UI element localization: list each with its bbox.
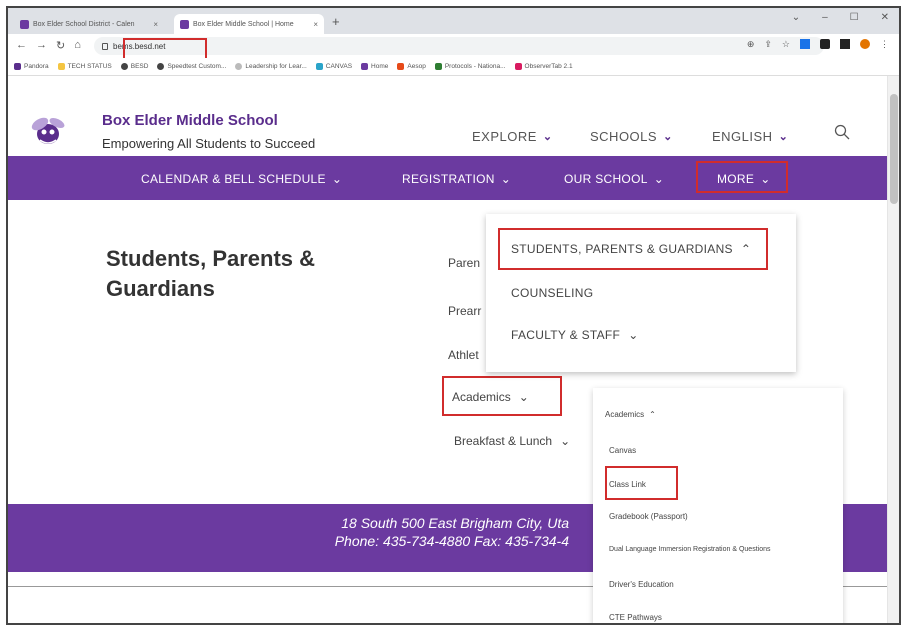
extension-icon[interactable] xyxy=(820,39,830,49)
school-tagline: Empowering All Students to Succeed xyxy=(102,136,316,151)
subnav-breakfast-lunch[interactable]: Breakfast & Lunch ⌄ xyxy=(454,434,570,448)
scrollbar-thumb[interactable] xyxy=(890,94,898,204)
browser-tab-bems[interactable]: Box Elder Middle School | Home × xyxy=(174,14,324,34)
page-title: Students, Parents & Guardians xyxy=(106,246,316,301)
maximize-icon[interactable]: ☐ xyxy=(850,12,859,23)
chevron-down-icon: ⌄ xyxy=(778,131,789,143)
favicon-icon xyxy=(20,19,29,29)
nav-language[interactable]: ENGLISH ⌄ xyxy=(712,129,788,144)
bookmark-item[interactable]: Home xyxy=(361,63,388,70)
tab-close-icon[interactable]: × xyxy=(313,20,318,29)
academics-dropdown-menu: Academics ⌃ Canvas Class Link Gradebook (… xyxy=(593,388,843,623)
close-window-icon[interactable]: ✕ xyxy=(881,12,889,23)
nav-registration[interactable]: REGISTRATION ⌄ xyxy=(402,172,511,186)
menu-item-counseling[interactable]: COUNSELING xyxy=(511,286,593,300)
tab-label: Box Elder School District - Calen xyxy=(33,20,135,28)
menu-item-cte-pathways[interactable]: CTE Pathways xyxy=(609,613,662,622)
tab-label: Box Elder Middle School | Home xyxy=(193,20,294,28)
forward-icon[interactable]: → xyxy=(36,39,47,52)
footer-address: 18 South 500 East Brigham City, Uta Phon… xyxy=(335,514,569,550)
subnav-parent[interactable]: Paren xyxy=(448,256,480,270)
chevron-down-icon: ⌄ xyxy=(663,131,673,143)
menu-item-gradebook[interactable]: Gradebook (Passport) xyxy=(609,512,688,521)
reload-icon[interactable]: ↻ xyxy=(56,39,65,52)
bookmark-item[interactable]: Leadership for Lear... xyxy=(235,63,307,70)
chevron-down-icon: ⌄ xyxy=(500,172,512,186)
extension-icon[interactable] xyxy=(800,39,810,49)
bookmark-item[interactable]: Protocols - Nationa... xyxy=(434,63,506,70)
tab-strip: Box Elder School District - Calen × Box … xyxy=(8,8,899,34)
footer-address-line: 18 South 500 East Brigham City, Uta xyxy=(341,515,569,531)
class-link-highlight-box xyxy=(605,466,678,500)
chevron-down-icon: ⌄ xyxy=(331,172,343,186)
menu-item-canvas[interactable]: Canvas xyxy=(609,446,636,455)
menu-kebab-icon[interactable]: ⋮ xyxy=(880,39,889,50)
footer-phone-line: Phone: 435-734-4880 Fax: 435-734-4 xyxy=(334,533,569,549)
chevron-down-icon: ⌄ xyxy=(628,328,639,342)
students-parents-highlight-box xyxy=(498,228,768,270)
chevron-down-icon: ⌄ xyxy=(560,434,571,448)
star-icon[interactable]: ☆ xyxy=(782,39,790,50)
extension-icon[interactable] xyxy=(840,39,850,49)
nav-buttons: ← → ↻ ⌂ xyxy=(16,39,81,52)
bookmark-item[interactable]: TECH STATUS xyxy=(57,63,112,70)
home-icon[interactable]: ⌂ xyxy=(74,39,81,52)
back-icon[interactable]: ← xyxy=(16,39,27,52)
bookmark-item[interactable]: Aesop xyxy=(397,63,426,70)
nav-calendar[interactable]: CALENDAR & BELL SCHEDULE ⌄ xyxy=(141,172,342,186)
school-name[interactable]: Box Elder Middle School xyxy=(102,112,278,129)
screenshot-frame: Box Elder School District - Calen × Box … xyxy=(6,6,901,625)
bookmark-item[interactable]: Speedtest Custom... xyxy=(157,63,226,70)
nav-our-school[interactable]: OUR SCHOOL ⌄ xyxy=(564,172,664,186)
search-icon[interactable] xyxy=(834,124,850,140)
window-controls: ⌄ – ☐ ✕ xyxy=(792,12,889,23)
nav-explore[interactable]: EXPLORE ⌄ xyxy=(472,129,553,144)
minimize-icon[interactable]: – xyxy=(822,12,828,23)
chevron-up-icon: ⌃ xyxy=(649,410,656,419)
web-page: Box Elder Middle School Empowering All S… xyxy=(8,76,899,623)
toolbar-actions: ⊕ ⇪ ☆ ⋮ xyxy=(747,39,889,50)
profile-avatar-icon[interactable] xyxy=(860,39,870,49)
new-tab-button[interactable]: + xyxy=(332,14,340,29)
bookmark-item[interactable]: Pandora xyxy=(14,63,49,70)
bookmark-item[interactable]: BESD xyxy=(120,63,148,70)
menu-item-dual-language[interactable]: Dual Language Immersion Registration & Q… xyxy=(609,546,770,553)
chevron-down-icon: ⌄ xyxy=(653,172,665,186)
page-scrollbar[interactable] xyxy=(887,76,899,623)
bookmark-item[interactable]: CANVAS xyxy=(315,63,352,70)
share-icon[interactable]: ⇪ xyxy=(764,39,772,50)
menu-item-drivers-ed[interactable]: Driver's Education xyxy=(609,580,674,589)
academics-menu-title[interactable]: Academics ⌃ xyxy=(605,410,656,419)
bookmark-item[interactable]: ObserverTab 2.1 xyxy=(514,63,573,70)
nav-schools[interactable]: SCHOOLS ⌄ xyxy=(590,129,673,144)
hornet-logo-icon[interactable] xyxy=(30,114,66,148)
menu-item-faculty-staff[interactable]: FACULTY & STAFF ⌄ xyxy=(511,328,639,342)
profile-chevron-icon[interactable]: ⌄ xyxy=(792,12,800,23)
browser-tab-district[interactable]: Box Elder School District - Calen × xyxy=(14,14,164,34)
more-highlight-box xyxy=(696,161,788,193)
zoom-icon[interactable]: ⊕ xyxy=(747,39,755,50)
subnav-prearrange[interactable]: Prearr xyxy=(448,304,481,318)
academics-highlight-box xyxy=(442,376,562,416)
lock-icon xyxy=(102,42,108,50)
chevron-down-icon: ⌄ xyxy=(542,131,553,143)
favicon-icon xyxy=(180,19,189,29)
more-dropdown-menu: STUDENTS, PARENTS & GUARDIANS ⌃ COUNSELIN… xyxy=(486,214,796,372)
bookmarks-bar: Pandora TECH STATUS BESD Speedtest Custo… xyxy=(8,58,899,76)
subnav-athletics[interactable]: Athlet xyxy=(448,348,479,362)
tab-close-icon[interactable]: × xyxy=(153,20,158,29)
